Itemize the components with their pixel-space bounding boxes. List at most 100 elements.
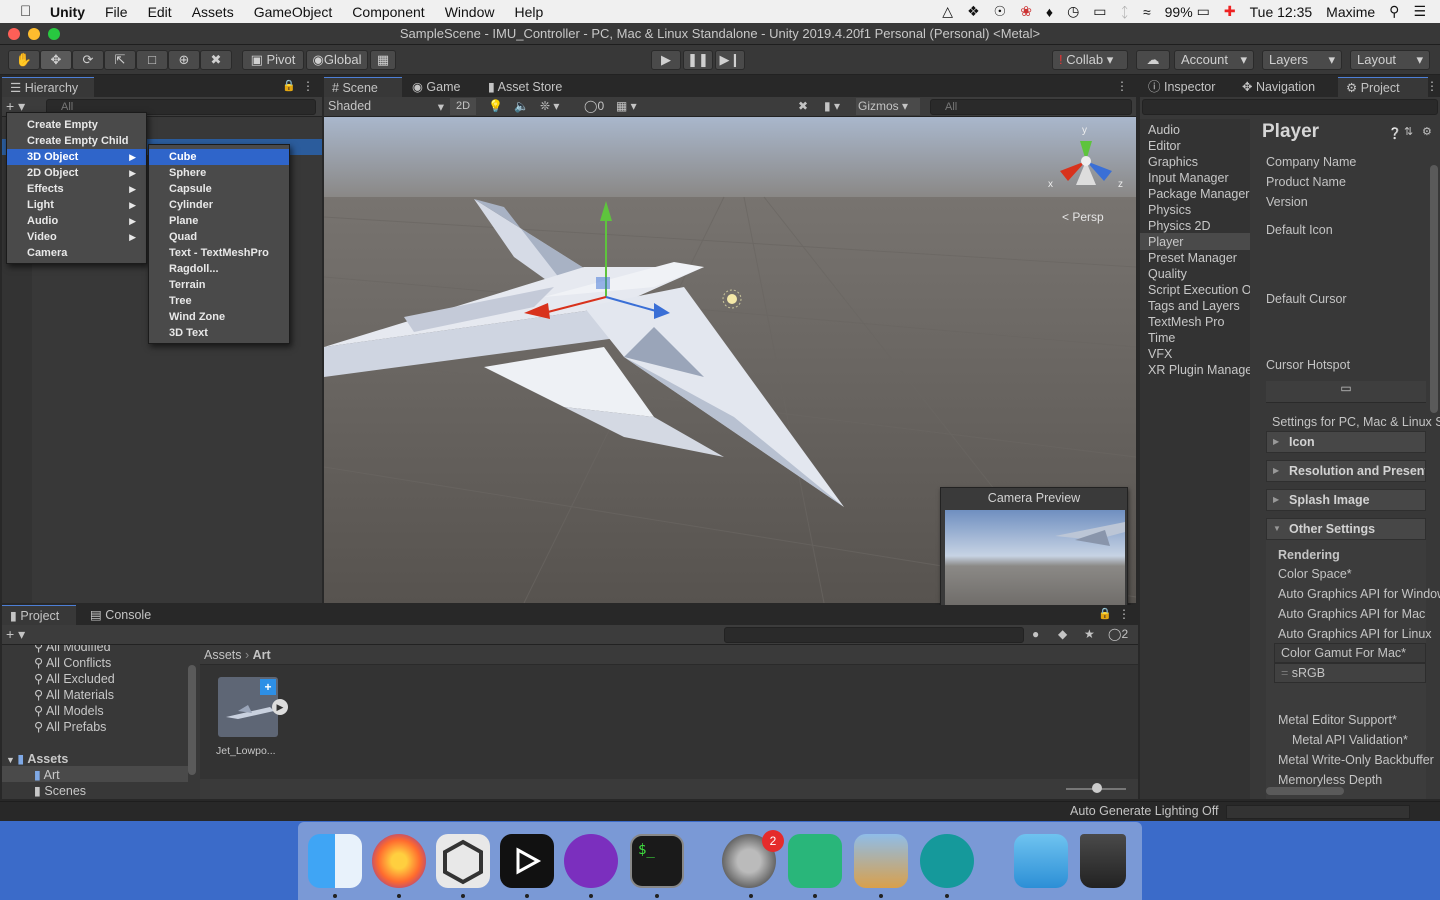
battery-level[interactable]: 99% <box>1165 4 1193 20</box>
downloads-folder-icon[interactable] <box>1014 834 1068 888</box>
menu-item-light[interactable]: Light ▶ <box>7 197 146 213</box>
firefox-icon[interactable] <box>372 834 426 888</box>
notification-center-icon[interactable]: ☰ <box>1413 3 1426 20</box>
step-button[interactable]: ▶❙ <box>715 50 745 70</box>
menu-item-3d-object[interactable]: 3D Object ▶ <box>7 149 146 165</box>
menu-item-quad[interactable]: Quad <box>149 229 289 245</box>
menu-item-terrain[interactable]: Terrain <box>149 277 289 293</box>
menu-help[interactable]: Help <box>514 4 543 20</box>
spotlight-icon[interactable]: ⚲ <box>1389 3 1399 20</box>
category-player[interactable]: Player <box>1148 235 1183 249</box>
pivot-toggle[interactable]: ▣ Pivot <box>242 50 304 70</box>
zoom-window-button[interactable] <box>48 28 60 40</box>
move-tool-icon[interactable]: ✥ <box>40 50 72 70</box>
filter-type-icon[interactable]: ● <box>1032 627 1039 641</box>
menu-file[interactable]: File <box>105 4 128 20</box>
arduino-icon[interactable] <box>920 834 974 888</box>
settings-search-input[interactable] <box>1142 99 1438 115</box>
project-search-input[interactable] <box>724 627 1024 643</box>
icon-foldout[interactable]: ▶ Icon <box>1266 431 1426 453</box>
menu-item-effects[interactable]: Effects ▶ <box>7 181 146 197</box>
category-physics-2d[interactable]: Physics 2D <box>1148 219 1211 233</box>
resolution-foldout[interactable]: ▶ Resolution and Presentation <box>1266 460 1426 482</box>
menu-component[interactable]: Component <box>352 4 424 20</box>
menu-edit[interactable]: Edit <box>148 4 172 20</box>
atom-icon[interactable] <box>788 834 842 888</box>
platform-tab-standalone[interactable]: ▭ <box>1266 381 1426 403</box>
audio-icon[interactable]: 🔈 <box>514 99 529 113</box>
custom-tool-icon[interactable]: ✖ <box>200 50 232 70</box>
favorite-all-materials[interactable]: ⚲ All Materials <box>34 687 114 702</box>
pause-button[interactable]: ❚❚ <box>683 50 713 70</box>
shading-dropdown[interactable]: Shaded ▾ <box>328 99 444 114</box>
finder-icon[interactable] <box>308 834 362 888</box>
add-icon[interactable]: + ▾ <box>6 626 25 643</box>
tab-hierarchy[interactable]: ☰ Hierarchy <box>2 77 94 97</box>
airport-icon[interactable]: ☉ <box>994 3 1007 20</box>
splash-foldout[interactable]: ▶ Splash Image <box>1266 489 1426 511</box>
rotate-tool-icon[interactable]: ⟳ <box>72 50 104 70</box>
kebab-menu-icon[interactable]: ⋮ <box>1116 79 1128 93</box>
asset-thumbnail-jet[interactable]: + ▶ <box>218 677 288 737</box>
menu-item-create-empty-child[interactable]: Create Empty Child <box>7 133 146 149</box>
wifi-icon[interactable]: ≈ <box>1143 4 1151 20</box>
rect-tool-icon[interactable]: □ <box>136 50 168 70</box>
menu-item-sphere[interactable]: Sphere <box>149 165 289 181</box>
preview-icon[interactable] <box>854 834 908 888</box>
projection-label[interactable]: < Persp <box>1062 210 1104 224</box>
hidden-packages-toggle[interactable]: ◯2 <box>1108 627 1128 641</box>
category-xr-plugin-management[interactable]: XR Plugin Management <box>1148 363 1250 377</box>
favorite-all-modified[interactable]: ⚲ All Modified <box>34 645 111 654</box>
airplay-icon[interactable]: ▭ <box>1093 3 1106 20</box>
preset-icon[interactable]: ⇅ <box>1404 125 1413 138</box>
transform-tool-icon[interactable]: ⊕ <box>168 50 200 70</box>
category-physics[interactable]: Physics <box>1148 203 1191 217</box>
user-name[interactable]: Maxime <box>1326 4 1375 20</box>
menu-item-tree[interactable]: Tree <box>149 293 289 309</box>
clock[interactable]: Tue 12:35 <box>1250 4 1313 20</box>
category-tags-and-layers[interactable]: Tags and Layers <box>1148 299 1240 313</box>
other-settings-foldout[interactable]: ▼ Other Settings <box>1266 518 1426 540</box>
global-toggle[interactable]: ◉Global <box>306 50 368 70</box>
breadcrumb-art[interactable]: Art <box>253 648 271 662</box>
category-time[interactable]: Time <box>1148 331 1175 345</box>
category-editor[interactable]: Editor <box>1148 139 1181 153</box>
category-vfx[interactable]: VFX <box>1148 347 1172 361</box>
category-quality[interactable]: Quality <box>1148 267 1187 281</box>
vertical-scrollbar[interactable] <box>1430 165 1438 413</box>
category-package-manager[interactable]: Package Manager <box>1148 187 1249 201</box>
category-audio[interactable]: Audio <box>1148 123 1180 137</box>
play-button[interactable]: ▶ <box>651 50 681 70</box>
battery-icon[interactable]: ▭ <box>1197 3 1210 20</box>
tab-inspector[interactable]: ⓘ Inspector <box>1140 77 1232 97</box>
breadcrumb-assets[interactable]: Assets <box>204 648 242 662</box>
dropbox-icon[interactable]: ❖ <box>967 3 980 20</box>
favorite-all-prefabs[interactable]: ⚲ All Prefabs <box>34 719 106 734</box>
2d-toggle[interactable]: 2D <box>450 98 476 115</box>
help-icon[interactable]: ❔ <box>1388 127 1402 140</box>
hand-tool-icon[interactable]: ✋ <box>8 50 40 70</box>
menu-item-camera[interactable]: Camera <box>7 245 146 261</box>
category-graphics[interactable]: Graphics <box>1148 155 1198 169</box>
expand-play-icon[interactable]: ▶ <box>272 699 288 715</box>
favorite-all-conflicts[interactable]: ⚲ All Conflicts <box>34 655 111 670</box>
favorite-all-excluded[interactable]: ⚲ All Excluded <box>34 671 115 686</box>
category-script-execution-order[interactable]: Script Execution Order <box>1148 283 1250 297</box>
scale-tool-icon[interactable]: ⇱ <box>104 50 136 70</box>
camera-icon[interactable]: ▮ ▾ <box>824 99 840 113</box>
assets-root-folder[interactable]: ▼ ▮ Assets <box>6 751 68 766</box>
tab-game[interactable]: ◉ Game <box>404 77 480 97</box>
unity-icon[interactable] <box>500 834 554 888</box>
tab-asset-store[interactable]: ▮ Asset Store <box>480 77 580 97</box>
unity-hub-icon[interactable] <box>436 834 490 888</box>
minimize-window-button[interactable] <box>28 28 40 40</box>
favorite-all-models[interactable]: ⚲ All Models <box>34 703 104 718</box>
layout-dropdown[interactable]: Layout ▾ <box>1350 50 1430 70</box>
menu-item-wind-zone[interactable]: Wind Zone <box>149 309 289 325</box>
timemachine-icon[interactable]: ◷ <box>1067 3 1079 20</box>
cloud-icon[interactable]: ☁ <box>1136 50 1170 70</box>
kebab-menu-icon[interactable]: ⋮ <box>302 79 314 93</box>
menu-item-create-empty[interactable]: Create Empty <box>7 117 146 133</box>
grid-snap-icon[interactable]: ▦ <box>370 50 396 70</box>
filter-label-icon[interactable]: ◆ <box>1058 627 1067 641</box>
